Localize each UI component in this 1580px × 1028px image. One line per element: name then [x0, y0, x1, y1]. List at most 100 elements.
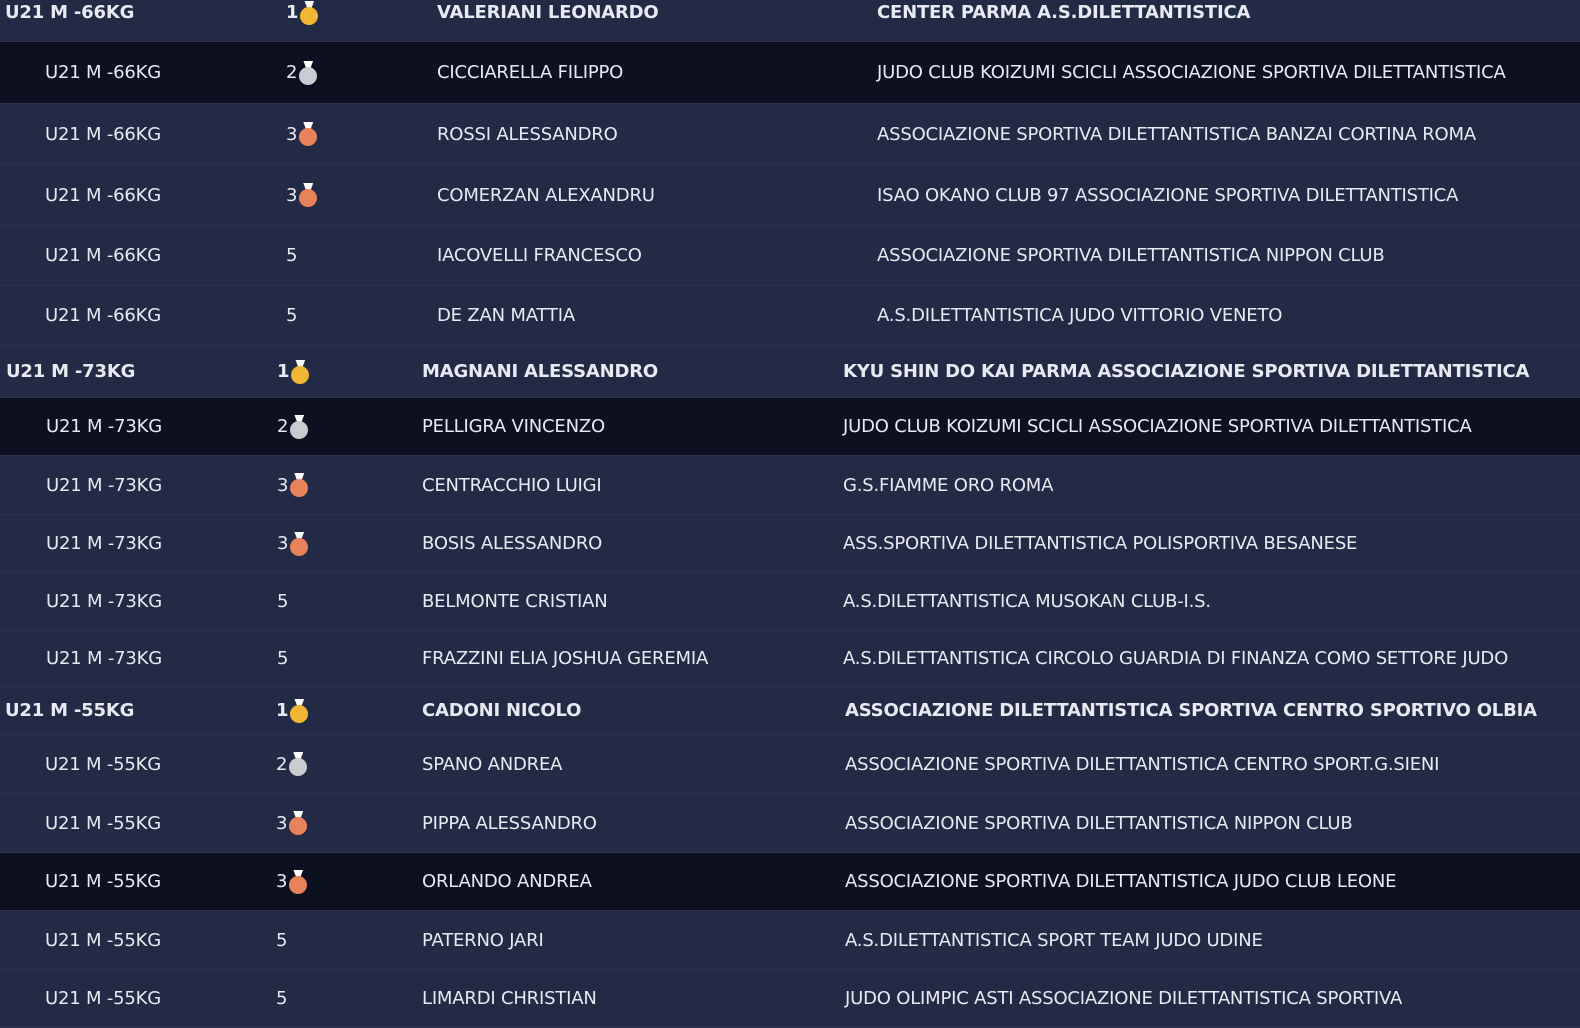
table-row[interactable]: U21 M -66KG 5 IACOVELLI FRANCESCO ASSOCIAZI… — [0, 226, 1580, 286]
category-cell: U21 M -66KG — [45, 245, 162, 266]
place-number: 3 — [286, 123, 298, 145]
club-name: JUDO CLUB KOIZUMI SCICLI ASSOCIAZIONE SP… — [877, 62, 1506, 83]
table-row[interactable]: U21 M -55KG 5 PATERNO JARI A.S.DILETTANTIST… — [0, 911, 1580, 970]
medal-disc — [290, 704, 309, 723]
club-name: ASSOCIAZIONE DILETTANTISTICA SPORTIVA CE… — [845, 700, 1537, 721]
medal-disc — [289, 875, 308, 894]
table-row[interactable]: U21 M -73KG 5 BELMONTE CRISTIAN A.S.DILETTA… — [0, 573, 1580, 631]
place-number: 3 — [286, 184, 298, 206]
bronze-medal-icon — [290, 531, 309, 556]
club-name: A.S.DILETTANTISTICA JUDO VITTORIO VENETO — [877, 305, 1283, 326]
bronze-medal-icon — [299, 183, 318, 207]
table-row[interactable]: U21 M -55KG 5 LIMARDI CHRISTIAN JUDO OLIMPI… — [0, 970, 1580, 1028]
medal-disc — [290, 479, 309, 497]
medal-disc — [289, 758, 308, 776]
medal-disc — [290, 420, 309, 439]
place-cell: 3 — [286, 104, 318, 164]
table-row[interactable]: U21 M -73KG 3 CENTRACCHIO LUIGI G.S.FIAMME … — [0, 456, 1580, 515]
category-cell: U21 M -73KG — [46, 474, 163, 496]
athlete-name: PIPPA ALESSANDRO — [422, 812, 597, 834]
club-name: A.S.DILETTANTISTICA MUSOKAN CLUB-I.S. — [843, 591, 1211, 612]
place-cell: 5 — [277, 573, 288, 630]
medal-disc — [299, 189, 318, 207]
table-row[interactable]: U21 M -73KG 1 MAGNANI ALESSANDRO KYU SHIN D… — [0, 346, 1580, 398]
club-name: G.S.FIAMME ORO ROMA — [843, 474, 1054, 496]
category-cell: U21 M -55KG — [45, 988, 162, 1009]
silver-medal-icon — [289, 752, 308, 776]
category-cell: U21 M -55KG — [45, 929, 162, 951]
place-cell: 5 — [276, 970, 287, 1027]
category-cell: U21 M -55KG — [45, 753, 162, 775]
table-row[interactable]: U21 M -73KG 2 PELLIGRA VINCENZO JUDO CLUB K… — [0, 398, 1580, 456]
table-row[interactable]: U21 M -66KG 1 VALERIANI LEONARDO CENTER PAR… — [0, 0, 1580, 42]
athlete-name: CICCIARELLA FILIPPO — [437, 62, 624, 83]
place-cell: 3 — [276, 853, 308, 910]
medal-disc — [299, 128, 318, 146]
table-row[interactable]: U21 M -73KG 5 FRAZZINI ELIA JOSHUA GEREMIA… — [0, 631, 1580, 687]
place-number: 1 — [277, 361, 290, 382]
silver-medal-icon — [299, 60, 318, 85]
category-cell: U21 M -66KG — [45, 62, 162, 83]
athlete-name: CADONI NICOLO — [422, 700, 582, 721]
club-name: A.S.DILETTANTISTICA SPORT TEAM JUDO UDIN… — [845, 929, 1263, 951]
table-row[interactable]: U21 M -66KG 2 CICCIARELLA FILIPPO JUDO CLUB… — [0, 42, 1580, 104]
category-cell: U21 M -73KG — [46, 648, 163, 669]
category-cell: U21 M -73KG — [46, 416, 163, 437]
club-name: ASSOCIAZIONE SPORTIVA DILETTANTISTICA JU… — [845, 871, 1397, 892]
athlete-name: VALERIANI LEONARDO — [437, 2, 659, 23]
category-cell: U21 M -55KG — [5, 700, 135, 721]
table-row[interactable]: U21 M -55KG 2 SPANO ANDREA ASSOCIAZIONE SPO… — [0, 735, 1580, 794]
table-row[interactable]: U21 M -66KG 5 DE ZAN MATTIA A.S.DILETTANTIS… — [0, 286, 1580, 346]
place-number: 3 — [276, 812, 288, 834]
medal-disc — [299, 66, 318, 85]
category-cell: U21 M -73KG — [6, 361, 136, 382]
club-name: ISAO OKANO CLUB 97 ASSOCIAZIONE SPORTIVA… — [877, 184, 1459, 206]
place-number: 5 — [276, 929, 288, 951]
place-cell: 5 — [276, 911, 287, 969]
athlete-name: ORLANDO ANDREA — [422, 871, 592, 892]
table-row[interactable]: U21 M -66KG 3 COMERZAN ALEXANDRU ISAO OKANO… — [0, 165, 1580, 226]
place-number: 5 — [286, 245, 298, 266]
place-number: 1 — [276, 700, 289, 721]
table-row[interactable]: U21 M -55KG 1 CADONI NICOLO ASSOCIAZIONE DI… — [0, 687, 1580, 735]
silver-medal-icon — [290, 414, 309, 439]
place-cell: 2 — [276, 735, 308, 793]
club-name: A.S.DILETTANTISTICA CIRCOLO GUARDIA DI F… — [843, 648, 1509, 669]
place-number: 5 — [277, 591, 289, 612]
place-cell: 2 — [277, 398, 309, 455]
table-row[interactable]: U21 M -66KG 3 ROSSI ALESSANDRO ASSOCIAZIONE… — [0, 104, 1580, 165]
place-cell: 1 — [277, 346, 310, 397]
medal-disc — [300, 6, 319, 25]
place-number: 2 — [286, 62, 298, 83]
athlete-name: MAGNANI ALESSANDRO — [422, 361, 658, 382]
place-cell: 3 — [276, 794, 308, 852]
category-cell: U21 M -66KG — [45, 184, 162, 206]
bronze-medal-icon — [290, 473, 309, 497]
place-cell: 3 — [277, 456, 309, 514]
medal-disc — [290, 537, 309, 556]
athlete-name: CENTRACCHIO LUIGI — [422, 474, 602, 496]
place-number: 3 — [277, 474, 289, 496]
place-number: 5 — [276, 988, 288, 1009]
table-row[interactable]: U21 M -55KG 3 ORLANDO ANDREA ASSOCIAZIONE S… — [0, 853, 1580, 911]
place-number: 3 — [277, 533, 289, 554]
gold-medal-icon — [300, 0, 319, 25]
category-cell: U21 M -66KG — [5, 2, 135, 23]
place-number: 2 — [277, 416, 289, 437]
place-number: 5 — [286, 305, 298, 326]
athlete-name: LIMARDI CHRISTIAN — [422, 988, 597, 1009]
club-name: KYU SHIN DO KAI PARMA ASSOCIAZIONE SPORT… — [843, 361, 1530, 382]
category-cell: U21 M -73KG — [46, 591, 163, 612]
place-cell: 5 — [286, 226, 297, 285]
medal-disc — [289, 817, 308, 835]
athlete-name: IACOVELLI FRANCESCO — [437, 245, 642, 266]
table-row[interactable]: U21 M -55KG 3 PIPPA ALESSANDRO ASSOCIAZIONE… — [0, 794, 1580, 853]
athlete-name: PELLIGRA VINCENZO — [422, 416, 605, 437]
gold-medal-icon — [290, 698, 309, 723]
table-row[interactable]: U21 M -73KG 3 BOSIS ALESSANDRO ASS.SPORTIVA… — [0, 515, 1580, 573]
category-cell: U21 M -55KG — [45, 871, 162, 892]
category-cell: U21 M -55KG — [45, 812, 162, 834]
athlete-name: PATERNO JARI — [422, 929, 544, 951]
club-name: JUDO CLUB KOIZUMI SCICLI ASSOCIAZIONE SP… — [843, 416, 1472, 437]
club-name: ASSOCIAZIONE SPORTIVA DILETTANTISTICA BA… — [877, 123, 1476, 145]
